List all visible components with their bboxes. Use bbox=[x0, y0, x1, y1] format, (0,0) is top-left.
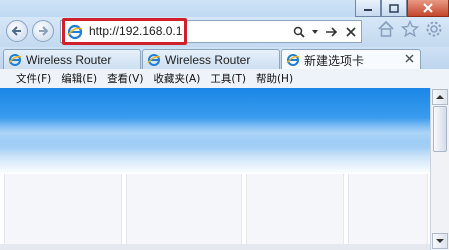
star-icon[interactable] bbox=[401, 20, 419, 38]
tab-wireless-router-2[interactable]: Wireless Router bbox=[142, 49, 280, 69]
close-icon bbox=[405, 54, 414, 63]
content-panel bbox=[348, 174, 428, 250]
ie-logo-icon bbox=[67, 24, 83, 40]
stop-x-icon[interactable] bbox=[345, 26, 357, 38]
content-panel bbox=[4, 174, 122, 250]
navigation-bar: http://192.168.0.1 bbox=[0, 17, 449, 47]
content-panel bbox=[126, 174, 242, 250]
menu-view[interactable]: 查看(V) bbox=[102, 71, 148, 86]
banner-glow bbox=[0, 118, 430, 148]
close-window-button[interactable] bbox=[407, 0, 449, 17]
url-text[interactable]: http://192.168.0.1 bbox=[89, 24, 182, 38]
tab-close-button[interactable] bbox=[405, 53, 414, 66]
forward-arrow-icon bbox=[39, 26, 49, 36]
blue-banner bbox=[0, 88, 430, 174]
menu-edit[interactable]: 编辑(E) bbox=[56, 71, 102, 86]
toolbar-right bbox=[377, 20, 443, 38]
go-arrow-icon[interactable] bbox=[325, 26, 339, 38]
scroll-down-button[interactable] bbox=[432, 233, 448, 249]
menu-file[interactable]: 文件(F) bbox=[0, 71, 56, 86]
minimize-icon bbox=[364, 9, 372, 11]
menu-bar: 文件(F) 编辑(E) 查看(V) 收藏夹(A) 工具(T) 帮助(H) bbox=[0, 69, 449, 89]
page-content bbox=[0, 88, 430, 250]
browser-window: http://192.168.0.1 Wireless Router Wirel… bbox=[0, 0, 449, 250]
address-bar[interactable]: http://192.168.0.1 bbox=[60, 18, 362, 45]
gear-icon[interactable] bbox=[425, 20, 443, 38]
minimize-button[interactable] bbox=[355, 0, 381, 17]
menu-favorites[interactable]: 收藏夹(A) bbox=[148, 71, 205, 86]
tab-bar: Wireless Router Wireless Router 新建选项卡 bbox=[0, 47, 449, 70]
tab-label: 新建选项卡 bbox=[304, 53, 365, 68]
address-tools bbox=[293, 23, 357, 41]
back-button[interactable] bbox=[6, 20, 28, 42]
vertical-scrollbar[interactable] bbox=[430, 88, 449, 250]
ie-logo-icon bbox=[8, 53, 22, 66]
maximize-icon bbox=[389, 3, 399, 13]
tab-wireless-router-1[interactable]: Wireless Router bbox=[3, 49, 141, 69]
menu-tools[interactable]: 工具(T) bbox=[205, 71, 251, 86]
forward-button[interactable] bbox=[32, 20, 54, 42]
chevron-down-icon[interactable] bbox=[311, 28, 319, 36]
window-controls bbox=[355, 0, 449, 18]
menu-help[interactable]: 帮助(H) bbox=[251, 71, 298, 86]
search-icon[interactable] bbox=[293, 26, 305, 38]
content-bottom-edge bbox=[0, 244, 430, 250]
chevron-up-icon bbox=[436, 95, 444, 99]
tab-new-tab[interactable]: 新建选项卡 bbox=[281, 49, 421, 70]
close-icon bbox=[423, 3, 433, 13]
content-panel bbox=[246, 174, 344, 250]
maximize-button[interactable] bbox=[381, 0, 407, 17]
home-icon[interactable] bbox=[377, 20, 395, 38]
scroll-thumb[interactable] bbox=[433, 106, 447, 152]
back-arrow-icon bbox=[11, 26, 21, 36]
chevron-down-icon bbox=[436, 239, 444, 243]
scroll-up-button[interactable] bbox=[432, 89, 448, 105]
ie-logo-icon bbox=[286, 54, 300, 66]
tab-label: Wireless Router bbox=[165, 52, 251, 67]
tab-label: Wireless Router bbox=[26, 52, 112, 67]
ie-logo-icon bbox=[147, 53, 161, 66]
